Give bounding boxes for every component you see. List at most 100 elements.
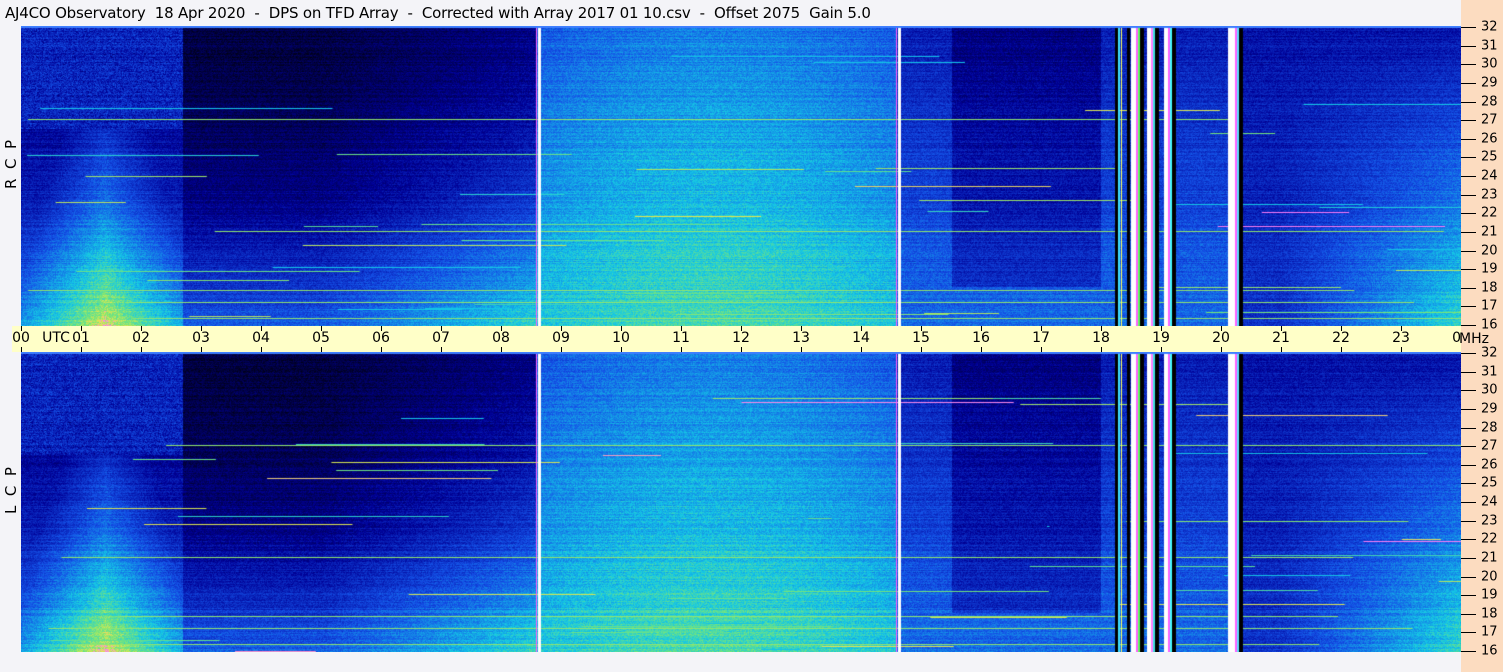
x-tick-label: 17: [1032, 330, 1050, 346]
x-tick-label: 02: [132, 330, 150, 346]
y-tick-label: 31: [1481, 38, 1498, 54]
x-tick-mark: [21, 347, 22, 352]
y-tick-label: 19: [1481, 587, 1498, 603]
y-tick-label: 28: [1481, 420, 1498, 435]
chart-title: AJ4CO Observatory 18 Apr 2020 - DPS on T…: [0, 0, 1466, 26]
x-tick-label: 20: [1212, 330, 1230, 346]
x-tick-label: 19: [1152, 330, 1170, 346]
y-tick-label: 24: [1481, 494, 1498, 510]
y-tick-mark: [1461, 83, 1476, 84]
y-tick-label: 24: [1481, 168, 1498, 184]
y-tick-label: 30: [1481, 382, 1498, 398]
y-tick-label: 17: [1481, 298, 1498, 314]
y-tick-label: 32: [1481, 19, 1498, 35]
y-tick-mark: [1461, 539, 1476, 540]
y-tick-label: 21: [1481, 224, 1498, 240]
x-tick-mark: [141, 347, 142, 352]
y-tick-label: 29: [1481, 75, 1498, 91]
x-tick-label: 03: [192, 330, 210, 346]
y-tick-mark: [1461, 632, 1476, 633]
x-tick-label: 18: [1092, 330, 1110, 346]
y-tick-label: 18: [1481, 606, 1498, 622]
x-tick-mark: [441, 347, 442, 352]
y-tick-label: 22: [1481, 205, 1498, 221]
y-tick-label: 25: [1481, 475, 1498, 491]
frequency-axis: 16 17 18 19 20 21 22 23 24 25 26 27 28 29 30 31 32 16 17 18…: [1459, 0, 1503, 672]
x-tick-mark: [321, 347, 322, 352]
lcp-spectrogram: [21, 352, 1461, 652]
y-tick-label: 32: [1481, 345, 1498, 361]
x-tick-mark: [1041, 347, 1042, 352]
time-axis: 00 01 02 03 04 05 06 07 08 09 10 11 12 13 14 15 16 17 18 19…: [12, 326, 1470, 352]
y-tick-label: 27: [1481, 438, 1498, 454]
y-tick-mark: [1461, 157, 1476, 158]
y-tick-mark: [1461, 465, 1476, 466]
y-tick-mark: [1461, 27, 1476, 28]
x-tick-mark: [681, 347, 682, 352]
x-tick-mark: [1161, 347, 1162, 352]
x-tick-mark: [201, 347, 202, 352]
y-tick-mark: [1461, 213, 1476, 214]
y-tick-label: 31: [1481, 364, 1498, 380]
x-tick-mark: [741, 347, 742, 352]
x-tick-mark: [381, 347, 382, 352]
y-tick-label: 27: [1481, 112, 1498, 128]
y-tick-mark: [1461, 502, 1476, 503]
y-tick-mark: [1461, 595, 1476, 596]
y-tick-label: 18: [1481, 280, 1498, 296]
x-tick-label: 16: [972, 330, 990, 346]
y-tick-mark: [1461, 577, 1476, 578]
channel-label-lcp: L C P: [2, 467, 20, 514]
channel-label-rcp: R C P: [2, 139, 20, 189]
y-tick-label: 26: [1481, 457, 1498, 473]
y-tick-mark: [1461, 651, 1476, 652]
x-tick-label: 10: [612, 330, 630, 346]
y-tick-mark: [1461, 251, 1476, 252]
y-tick-mark: [1461, 325, 1476, 326]
x-tick-mark: [981, 347, 982, 352]
y-tick-mark: [1461, 353, 1476, 354]
y-tick-mark: [1461, 372, 1476, 373]
y-tick-mark: [1461, 390, 1476, 391]
y-tick-label: 25: [1481, 149, 1498, 165]
y-tick-label: 19: [1481, 261, 1498, 277]
y-tick-mark: [1461, 521, 1476, 522]
y-tick-mark: [1461, 195, 1476, 196]
y-tick-label: 16: [1481, 643, 1498, 659]
y-tick-label: 17: [1481, 624, 1498, 640]
x-tick-label: 15: [912, 330, 930, 346]
y-tick-label: 20: [1481, 569, 1498, 584]
x-tick-mark: [801, 347, 802, 352]
y-tick-mark: [1461, 558, 1476, 559]
y-tick-mark: [1461, 102, 1476, 103]
x-tick-mark: [621, 347, 622, 352]
y-tick-mark: [1461, 46, 1476, 47]
y-tick-mark: [1461, 446, 1476, 447]
y-tick-mark: [1461, 428, 1476, 429]
y-tick-mark: [1461, 120, 1476, 121]
y-tick-label: 22: [1481, 531, 1498, 547]
y-tick-label: 29: [1481, 401, 1498, 417]
x-tick-mark: [921, 347, 922, 352]
x-tick-mark: [861, 347, 862, 352]
y-tick-mark: [1461, 64, 1476, 65]
x-tick-label: 22: [1332, 330, 1350, 346]
y-tick-mark: [1461, 614, 1476, 615]
y-tick-label: 23: [1481, 513, 1498, 529]
x-tick-mark: [561, 347, 562, 352]
x-tick-mark: [1401, 347, 1402, 352]
x-tick-mark: [1221, 347, 1222, 352]
x-tick-mark: [81, 347, 82, 352]
x-tick-label: 00: [12, 330, 30, 346]
x-tick-label: 11: [672, 330, 690, 346]
x-tick-label: 13: [792, 330, 810, 346]
x-tick-label: 12: [732, 330, 750, 346]
y-tick-mark: [1461, 288, 1476, 289]
y-tick-mark: [1461, 483, 1476, 484]
y-tick-mark: [1461, 176, 1476, 177]
x-tick-label: 05: [312, 330, 330, 346]
y-tick-label: 30: [1481, 56, 1498, 72]
x-tick-mark: [1101, 347, 1102, 352]
x-tick-label: 04: [252, 330, 270, 346]
x-tick-label: 07: [432, 330, 450, 346]
